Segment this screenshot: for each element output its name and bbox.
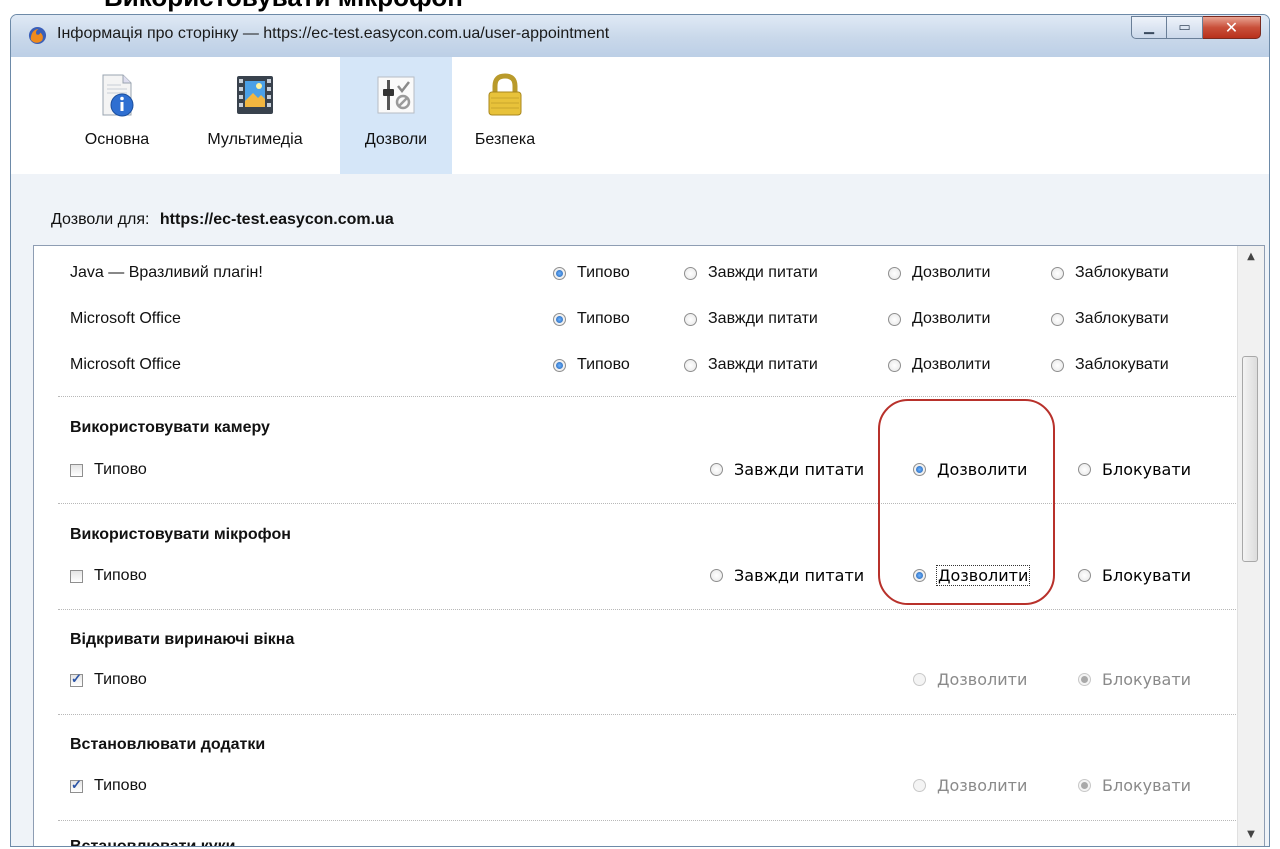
divider bbox=[58, 609, 1238, 610]
section-title-popups: Відкривати виринаючі вікна bbox=[70, 631, 295, 648]
firefox-icon bbox=[28, 26, 47, 45]
radio-block[interactable]: Заблокувати bbox=[1051, 264, 1169, 282]
title-bar[interactable]: Інформація про сторінку — https://ec-tes… bbox=[11, 15, 1269, 57]
plugin-name: Microsoft Office bbox=[70, 356, 181, 373]
media-film-icon bbox=[237, 76, 273, 114]
radio-block[interactable]: Заблокувати bbox=[1051, 356, 1169, 374]
default-checkbox-camera[interactable]: Типово bbox=[70, 461, 147, 479]
scrollbar-thumb[interactable] bbox=[1242, 356, 1258, 562]
window-title: Інформація про сторінку — https://ec-tes… bbox=[57, 25, 610, 42]
permissions-site: https://ec-test.easycon.com.ua bbox=[159, 211, 394, 228]
toolbar: Основна Мультимедіа Дозволи Безпека bbox=[11, 57, 1269, 175]
vertical-scrollbar[interactable]: ▲ ▼ bbox=[1237, 246, 1264, 846]
tab-security[interactable]: Безпека bbox=[462, 57, 548, 174]
radio-icon bbox=[684, 266, 697, 280]
plugin-name: Microsoft Office bbox=[70, 310, 181, 327]
checkbox-checked-icon bbox=[70, 777, 83, 793]
radio-allow[interactable]: Дозволити bbox=[888, 356, 990, 374]
radio-icon bbox=[684, 312, 697, 326]
radio-selected-icon bbox=[553, 266, 566, 280]
plugin-row: Java — Вразливий плагін! Типово Завжди п… bbox=[34, 252, 1238, 298]
radio-icon bbox=[1078, 463, 1091, 476]
permissions-icon bbox=[377, 76, 415, 114]
plugin-name: Java — Вразливий плагін! bbox=[70, 264, 263, 281]
radio-icon bbox=[710, 463, 723, 476]
radio-always-ask[interactable]: Завжди питати bbox=[684, 310, 818, 328]
radio-always-ask[interactable]: Завжди питати bbox=[684, 264, 818, 282]
radio-allow-popups[interactable]: Дозволити bbox=[913, 670, 1027, 689]
default-checkbox-addons[interactable]: Типово bbox=[70, 777, 147, 795]
radio-selected-icon bbox=[1078, 779, 1091, 792]
radio-default[interactable]: Типово bbox=[553, 310, 630, 328]
info-page-icon bbox=[102, 74, 134, 117]
radio-block-addons[interactable]: Блокувати bbox=[1078, 776, 1191, 795]
radio-icon bbox=[1051, 312, 1064, 326]
tab-general-label: Основна bbox=[84, 131, 150, 148]
default-checkbox-popups[interactable]: Типово bbox=[70, 671, 147, 689]
radio-selected-icon bbox=[1078, 673, 1091, 686]
divider bbox=[58, 820, 1238, 821]
permissions-list[interactable]: Java — Вразливий плагін! Типово Завжди п… bbox=[33, 245, 1265, 847]
tab-media[interactable]: Мультимедіа bbox=[182, 57, 328, 174]
radio-icon bbox=[913, 673, 926, 686]
plugin-row: Microsoft Office Типово Завжди питати До… bbox=[34, 298, 1238, 344]
radio-allow-camera[interactable]: Дозволити bbox=[913, 460, 1027, 479]
radio-always-ask-camera[interactable]: Завжди питати bbox=[710, 460, 864, 479]
radio-allow-addons[interactable]: Дозволити bbox=[913, 776, 1027, 795]
radio-icon bbox=[1051, 358, 1064, 372]
permissions-for-label: Дозволи для: bbox=[51, 211, 150, 228]
radio-icon bbox=[913, 779, 926, 792]
divider bbox=[58, 396, 1238, 397]
checkbox-checked-icon bbox=[70, 671, 83, 687]
tab-media-label: Мультимедіа bbox=[207, 131, 303, 148]
divider bbox=[58, 714, 1238, 715]
page-info-dialog: Інформація про сторінку — https://ec-tes… bbox=[10, 14, 1270, 847]
radio-allow[interactable]: Дозволити bbox=[888, 310, 990, 328]
radio-selected-icon bbox=[553, 358, 566, 372]
background-heading: Використовувати мікрофон bbox=[104, 0, 463, 13]
scroll-down-icon[interactable]: ▼ bbox=[1238, 824, 1264, 846]
lock-icon bbox=[488, 73, 522, 116]
radio-icon bbox=[888, 312, 901, 326]
minimize-button[interactable]: ▁ bbox=[1131, 16, 1167, 39]
radio-block-microphone[interactable]: Блокувати bbox=[1078, 566, 1191, 585]
radio-icon bbox=[888, 358, 901, 372]
tab-permissions[interactable]: Дозволи bbox=[340, 57, 452, 174]
permissions-for: Дозволи для: https://ec-test.easycon.com… bbox=[51, 211, 394, 229]
radio-icon bbox=[1051, 266, 1064, 280]
tab-security-label: Безпека bbox=[474, 131, 536, 148]
divider bbox=[58, 503, 1238, 504]
radio-default[interactable]: Типово bbox=[553, 356, 630, 374]
window-controls: ▁ ▭ ✕ bbox=[1131, 16, 1261, 39]
radio-selected-icon bbox=[913, 569, 926, 582]
section-title-addons: Встановлювати додатки bbox=[70, 736, 266, 753]
radio-block-popups[interactable]: Блокувати bbox=[1078, 670, 1191, 689]
radio-block-camera[interactable]: Блокувати bbox=[1078, 460, 1191, 479]
radio-default[interactable]: Типово bbox=[553, 264, 630, 282]
radio-selected-icon bbox=[913, 463, 926, 476]
checkbox-icon bbox=[70, 569, 83, 583]
radio-block[interactable]: Заблокувати bbox=[1051, 310, 1169, 328]
section-title-cookies: Встановлювати куки bbox=[70, 838, 236, 847]
radio-always-ask[interactable]: Завжди питати bbox=[684, 356, 818, 374]
close-button[interactable]: ✕ bbox=[1203, 16, 1261, 39]
tab-permissions-label: Дозволи bbox=[364, 131, 428, 148]
maximize-button[interactable]: ▭ bbox=[1167, 16, 1203, 39]
tab-general[interactable]: Основна bbox=[64, 57, 170, 174]
checkbox-icon bbox=[70, 463, 83, 477]
radio-allow[interactable]: Дозволити bbox=[888, 264, 990, 282]
plugin-row: Microsoft Office Типово Завжди питати До… bbox=[34, 344, 1238, 390]
section-title-camera: Використовувати камеру bbox=[70, 419, 270, 436]
radio-icon bbox=[888, 266, 901, 280]
default-checkbox-microphone[interactable]: Типово bbox=[70, 567, 147, 585]
radio-always-ask-microphone[interactable]: Завжди питати bbox=[710, 566, 864, 585]
radio-icon bbox=[684, 358, 697, 372]
radio-allow-microphone[interactable]: Дозволити bbox=[913, 565, 1031, 586]
section-title-microphone: Використовувати мікрофон bbox=[70, 526, 291, 543]
permissions-panel: Дозволи для: https://ec-test.easycon.com… bbox=[11, 174, 1269, 847]
scroll-up-icon[interactable]: ▲ bbox=[1238, 246, 1264, 268]
radio-selected-icon bbox=[553, 312, 566, 326]
radio-icon bbox=[1078, 569, 1091, 582]
radio-icon bbox=[710, 569, 723, 582]
